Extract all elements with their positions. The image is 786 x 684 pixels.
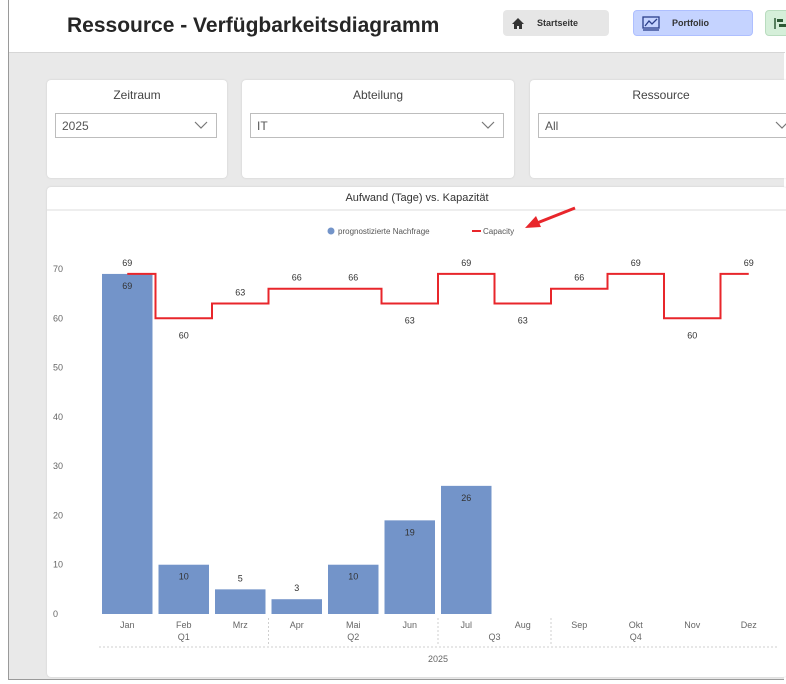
ressource-value: All: [545, 119, 559, 133]
capacity-data-label: 69: [461, 258, 471, 268]
timeline-button[interactable]: [765, 10, 786, 36]
ressource-slicer: Ressource All: [530, 80, 786, 178]
y-tick-label: 50: [53, 363, 63, 373]
y-tick-label: 70: [53, 264, 63, 274]
quarter-label: Q4: [630, 632, 642, 642]
x-tick-label: Jan: [120, 620, 135, 630]
chart-svg: prognostizierte Nachfrage Capacity 0 10 20 30…: [47, 206, 786, 664]
x-tick-label: Aug: [515, 620, 531, 630]
zeitraum-value: 2025: [62, 119, 89, 133]
demand-bar: [215, 589, 266, 614]
chevron-down-icon: [775, 118, 786, 137]
report-header: Ressource - Verfügbarkeitsdiagramm Start…: [9, 0, 786, 53]
capacity-data-label: 66: [348, 273, 358, 283]
capacity-line: [127, 272, 749, 320]
legend-label-demand: prognostizierte Nachfrage: [338, 227, 430, 236]
capacity-data-label: 69: [744, 258, 754, 268]
demand-data-label: 69: [122, 281, 132, 291]
chevron-down-icon: [194, 118, 208, 137]
x-tick-label: Jul: [460, 620, 472, 630]
quarter-label: Q3: [488, 632, 500, 642]
zeitraum-slicer: Zeitraum 2025: [47, 80, 227, 178]
legend-label-capacity: Capacity: [483, 227, 514, 236]
y-tick-label: 10: [53, 560, 63, 570]
y-tick-label: 60: [53, 313, 63, 323]
home-button-label: Startseite: [537, 18, 579, 28]
quarter-label: Q1: [178, 632, 190, 642]
capacity-data-label: 69: [122, 258, 132, 268]
abteilung-value: IT: [257, 119, 268, 133]
home-button[interactable]: Startseite: [503, 10, 609, 36]
demand-data-label: 26: [461, 493, 471, 503]
x-tick-label: Apr: [290, 620, 304, 630]
capacity-data-label: 60: [687, 330, 697, 340]
home-icon: [511, 17, 525, 30]
capacity-data-label: 63: [518, 316, 528, 326]
y-tick-label: 20: [53, 510, 63, 520]
portfolio-button-label: Portfolio: [672, 18, 709, 28]
demand-bar: [271, 599, 322, 614]
abteilung-dropdown[interactable]: IT: [250, 113, 504, 138]
x-tick-label: Dez: [741, 620, 758, 630]
capacity-data-label: 69: [631, 258, 641, 268]
ressource-label: Ressource: [632, 88, 690, 102]
demand-data-label: 5: [238, 573, 243, 583]
x-tick-label: Okt: [629, 620, 644, 630]
x-tick-label: Mrz: [233, 620, 248, 630]
demand-data-label: 19: [405, 527, 415, 537]
annotation-arrow-head: [525, 216, 541, 228]
capacity-data-label: 63: [405, 316, 415, 326]
demand-bar: [441, 485, 492, 614]
ressource-dropdown[interactable]: All: [538, 113, 786, 138]
zeitraum-dropdown[interactable]: 2025: [55, 113, 217, 138]
demand-bar: [102, 273, 153, 614]
abteilung-slicer: Abteilung IT: [242, 80, 514, 178]
portfolio-button[interactable]: Portfolio: [633, 10, 753, 36]
x-tick-label: Mai: [346, 620, 361, 630]
chevron-down-icon: [481, 118, 495, 137]
abteilung-label: Abteilung: [352, 88, 404, 102]
x-tick-label: Jun: [402, 620, 417, 630]
portfolio-chart-icon: [642, 15, 660, 31]
year-label: 2025: [428, 654, 448, 664]
timeline-icon: [774, 17, 786, 30]
demand-data-label: 10: [348, 572, 358, 582]
capacity-data-label: 63: [235, 288, 245, 298]
x-tick-label: Sep: [571, 620, 587, 630]
quarter-label: Q2: [347, 632, 359, 642]
y-tick-label: 30: [53, 461, 63, 471]
demand-data-label: 10: [179, 572, 189, 582]
x-tick-label: Feb: [176, 620, 192, 630]
y-tick-label: 0: [53, 609, 58, 619]
page-title: Ressource - Verfügbarkeitsdiagramm: [67, 14, 440, 37]
capacity-data-label: 66: [574, 273, 584, 283]
x-tick-label: Nov: [684, 620, 701, 630]
legend-marker-demand: [327, 227, 335, 235]
demand-data-label: 3: [294, 583, 299, 593]
capacity-data-label: 60: [179, 330, 189, 340]
capacity-data-label: 66: [292, 273, 302, 283]
chart-card: Aufwand (Tage) vs. Kapazität prognostizi…: [47, 187, 786, 677]
report-canvas: Ressource - Verfügbarkeitsdiagramm Start…: [8, 0, 786, 680]
zeitraum-label: Zeitraum: [113, 88, 161, 102]
y-tick-label: 40: [53, 412, 63, 422]
